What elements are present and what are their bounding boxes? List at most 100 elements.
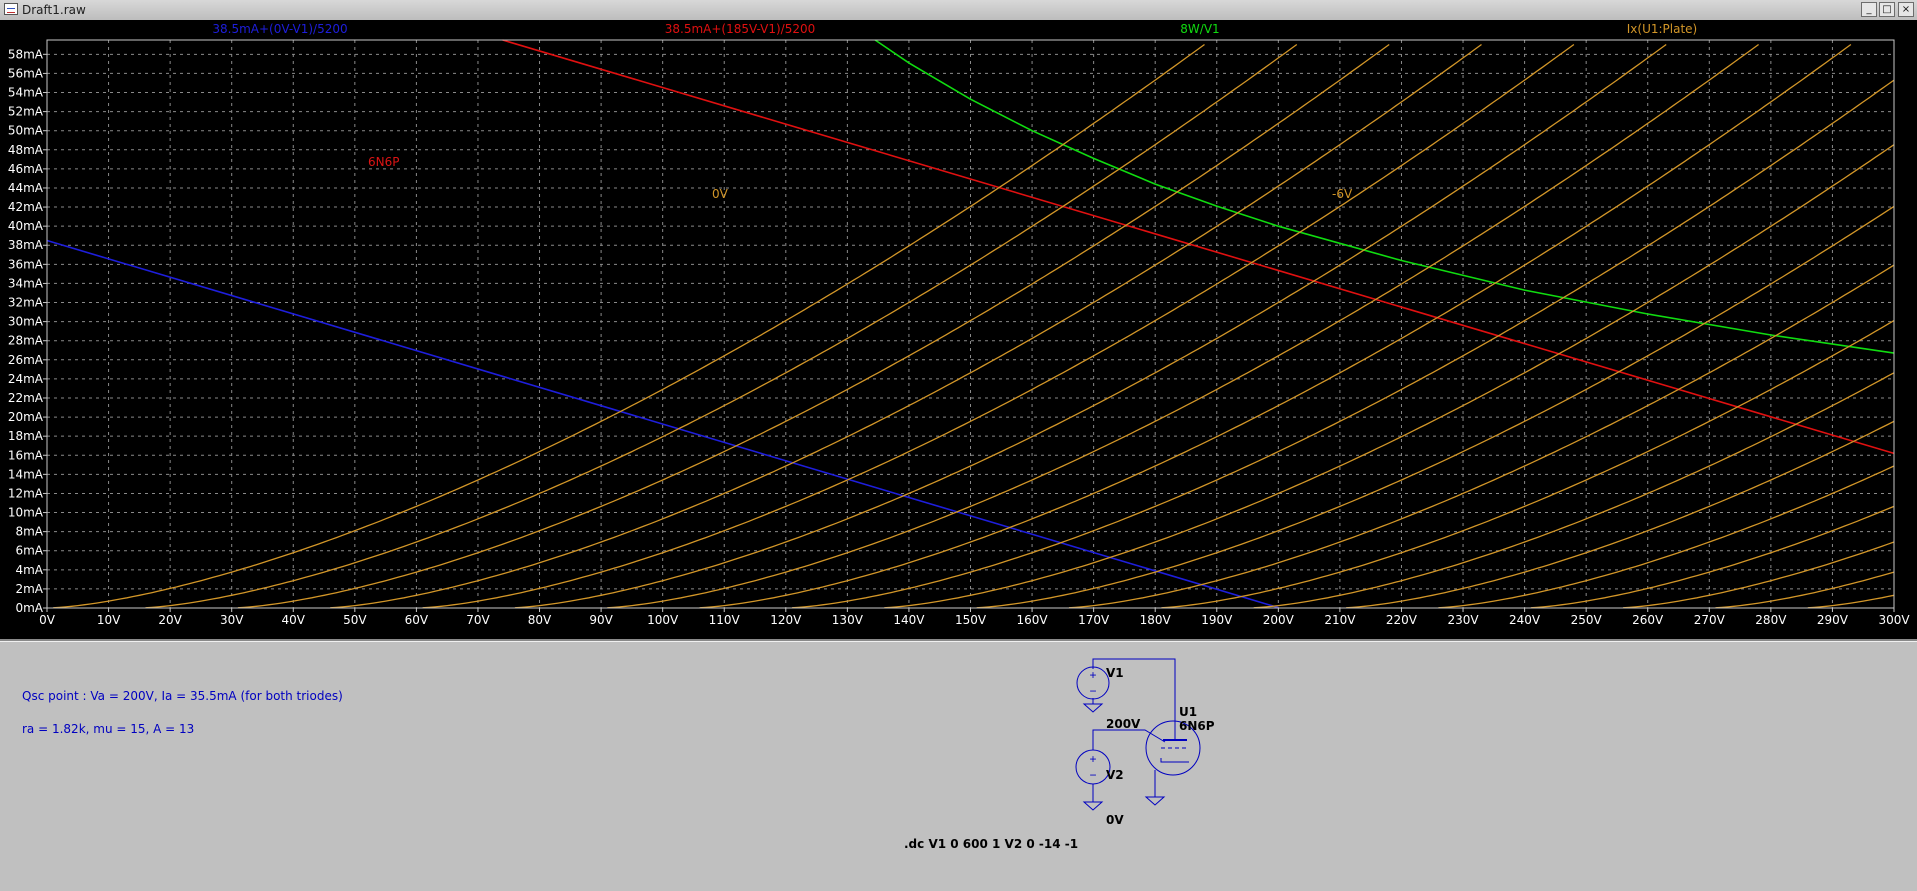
y-tick-label: 50mA: [8, 124, 44, 138]
v2-minus-icon: −: [1089, 768, 1096, 782]
x-tick-label: 0V: [39, 613, 56, 627]
trace-label-power-hyperbola[interactable]: 8W/V1: [1180, 22, 1219, 36]
plate-curve-neg19: [1807, 594, 1895, 609]
v2-value[interactable]: 0V: [1106, 813, 1124, 827]
plate-curve-neg8: [791, 79, 1895, 609]
x-tick-label: 220V: [1386, 613, 1418, 627]
plate-curve-neg5: [514, 43, 1667, 609]
curve-annotation-6v: -6V: [1332, 187, 1353, 201]
x-tick-label: 40V: [282, 613, 306, 627]
window-title: Draft1.raw: [22, 3, 86, 17]
x-tick-label: 100V: [647, 613, 679, 627]
y-tick-label: 40mA: [8, 219, 44, 233]
x-tick-label: 60V: [405, 613, 429, 627]
y-tick-label: 32mA: [8, 296, 44, 310]
schematic-editor[interactable]: Qsc point : Va = 200V, Ia = 35.5mA (for …: [0, 641, 1917, 891]
x-tick-label: 10V: [97, 613, 121, 627]
x-tick-label: 30V: [220, 613, 244, 627]
window-titlebar[interactable]: Draft1.raw _ □ ×: [0, 0, 1917, 21]
x-tick-label: 210V: [1324, 613, 1356, 627]
y-tick-label: 22mA: [8, 391, 44, 405]
y-tick-label: 54mA: [8, 86, 44, 100]
waveform-app-icon: [4, 3, 18, 15]
y-tick-label: 26mA: [8, 353, 44, 367]
x-tick-label: 140V: [893, 613, 925, 627]
x-tick-label: 280V: [1755, 613, 1787, 627]
plot-annotations: 6N6P 0V -6V: [368, 155, 1353, 201]
y-tick-label: 18mA: [8, 429, 44, 443]
close-button[interactable]: ×: [1898, 2, 1914, 17]
y-tick-label: 2mA: [15, 582, 43, 596]
x-tick-label: 260V: [1632, 613, 1664, 627]
plate-curve-neg3: [330, 43, 1482, 609]
trace-label-plate-current[interactable]: Ix(U1:Plate): [1627, 22, 1697, 36]
trace-label-red-loadline[interactable]: 38.5mA+(185V-V1)/5200: [665, 22, 816, 36]
qsc-point-note[interactable]: Qsc point : Va = 200V, Ia = 35.5mA (for …: [22, 689, 343, 703]
y-tick-label: 10mA: [8, 506, 44, 520]
plate-curve-neg14: [1346, 420, 1895, 609]
x-tick-label: 240V: [1509, 613, 1541, 627]
voltage-source-v2[interactable]: + − V2 0V: [1075, 749, 1124, 827]
plate-curve-neg18: [1715, 571, 1895, 609]
trace-label-blue-loadline[interactable]: 38.5mA+(0V-V1)/5200: [212, 22, 347, 36]
x-tick-label: 250V: [1571, 613, 1603, 627]
y-tick-label: 44mA: [8, 181, 44, 195]
v1-value[interactable]: 200V: [1106, 717, 1141, 731]
v2-plus-icon: +: [1089, 752, 1096, 766]
maximize-button[interactable]: □: [1879, 2, 1895, 17]
schematic-svg[interactable]: Qsc point : Va = 200V, Ia = 35.5mA (for …: [0, 642, 1917, 891]
y-tick-label: 52mA: [8, 105, 44, 119]
y-tick-label: 56mA: [8, 66, 44, 80]
ground-icon-v2: [1082, 801, 1104, 811]
voltage-source-v1[interactable]: + − V1 200V: [1076, 666, 1141, 731]
y-tick-label: 20mA: [8, 410, 44, 424]
plot-svg[interactable]: 38.5mA+(0V-V1)/5200 38.5mA+(185V-V1)/520…: [0, 20, 1917, 639]
triode-cathode-icon: [1160, 758, 1189, 763]
x-tick-label: 300V: [1878, 613, 1910, 627]
x-tick-label: 70V: [466, 613, 490, 627]
triode-u1[interactable]: U1 6N6P: [1144, 692, 1215, 806]
u1-value[interactable]: 6N6P: [1179, 719, 1215, 733]
y-tick-label: 14mA: [8, 467, 44, 481]
y-tick-label: 30mA: [8, 315, 44, 329]
y-tick-label: 6mA: [15, 544, 43, 558]
plate-curve-neg15: [1438, 465, 1895, 609]
y-tick-label: 58mA: [8, 47, 44, 61]
x-tick-label: 170V: [1078, 613, 1110, 627]
v2-name[interactable]: V2: [1106, 768, 1124, 782]
x-tick-label: 20V: [158, 613, 182, 627]
x-tick-label: 230V: [1447, 613, 1479, 627]
tube-annotation: 6N6P: [368, 155, 399, 169]
v1-name[interactable]: V1: [1106, 666, 1124, 680]
spice-directive[interactable]: .dc V1 0 600 1 V2 0 -14 -1: [904, 837, 1078, 851]
y-tick-label: 8mA: [15, 525, 43, 539]
y-tick-label: 28mA: [8, 334, 44, 348]
y-tick-label: 36mA: [8, 257, 44, 271]
trace-legend: 38.5mA+(0V-V1)/5200 38.5mA+(185V-V1)/520…: [212, 22, 1697, 36]
y-tick-label: 48mA: [8, 143, 44, 157]
y-tick-label: 34mA: [8, 276, 44, 290]
minimize-button[interactable]: _: [1861, 2, 1877, 17]
x-tick-label: 90V: [589, 613, 613, 627]
x-tick-label: 270V: [1694, 613, 1726, 627]
y-tick-label: 12mA: [8, 486, 44, 500]
tube-params-note[interactable]: ra = 1.82k, mu = 15, A = 13: [22, 722, 194, 736]
y-tick-label: 16mA: [8, 448, 44, 462]
y-tick-label: 38mA: [8, 238, 44, 252]
wire-v2-grid: [1092, 729, 1166, 750]
plot-grid: [47, 40, 1894, 608]
v1-minus-icon: −: [1089, 684, 1096, 698]
y-tick-label: 42mA: [8, 200, 44, 214]
x-tick-label: 150V: [955, 613, 987, 627]
plate-curve-neg9: [884, 144, 1895, 609]
x-tick-label: 200V: [1263, 613, 1295, 627]
waveform-viewer[interactable]: 38.5mA+(0V-V1)/5200 38.5mA+(185V-V1)/520…: [0, 20, 1917, 641]
x-tick-label: 160V: [1017, 613, 1049, 627]
y-axis-ticks: 0mA2mA4mA6mA8mA10mA12mA14mA16mA18mA20mA2…: [8, 47, 47, 615]
plate-curve-neg16: [1530, 505, 1895, 609]
y-tick-label: 4mA: [15, 563, 43, 577]
y-tick-label: 24mA: [8, 372, 44, 386]
u1-name[interactable]: U1: [1179, 705, 1197, 719]
x-tick-label: 120V: [770, 613, 802, 627]
x-tick-label: 130V: [832, 613, 864, 627]
